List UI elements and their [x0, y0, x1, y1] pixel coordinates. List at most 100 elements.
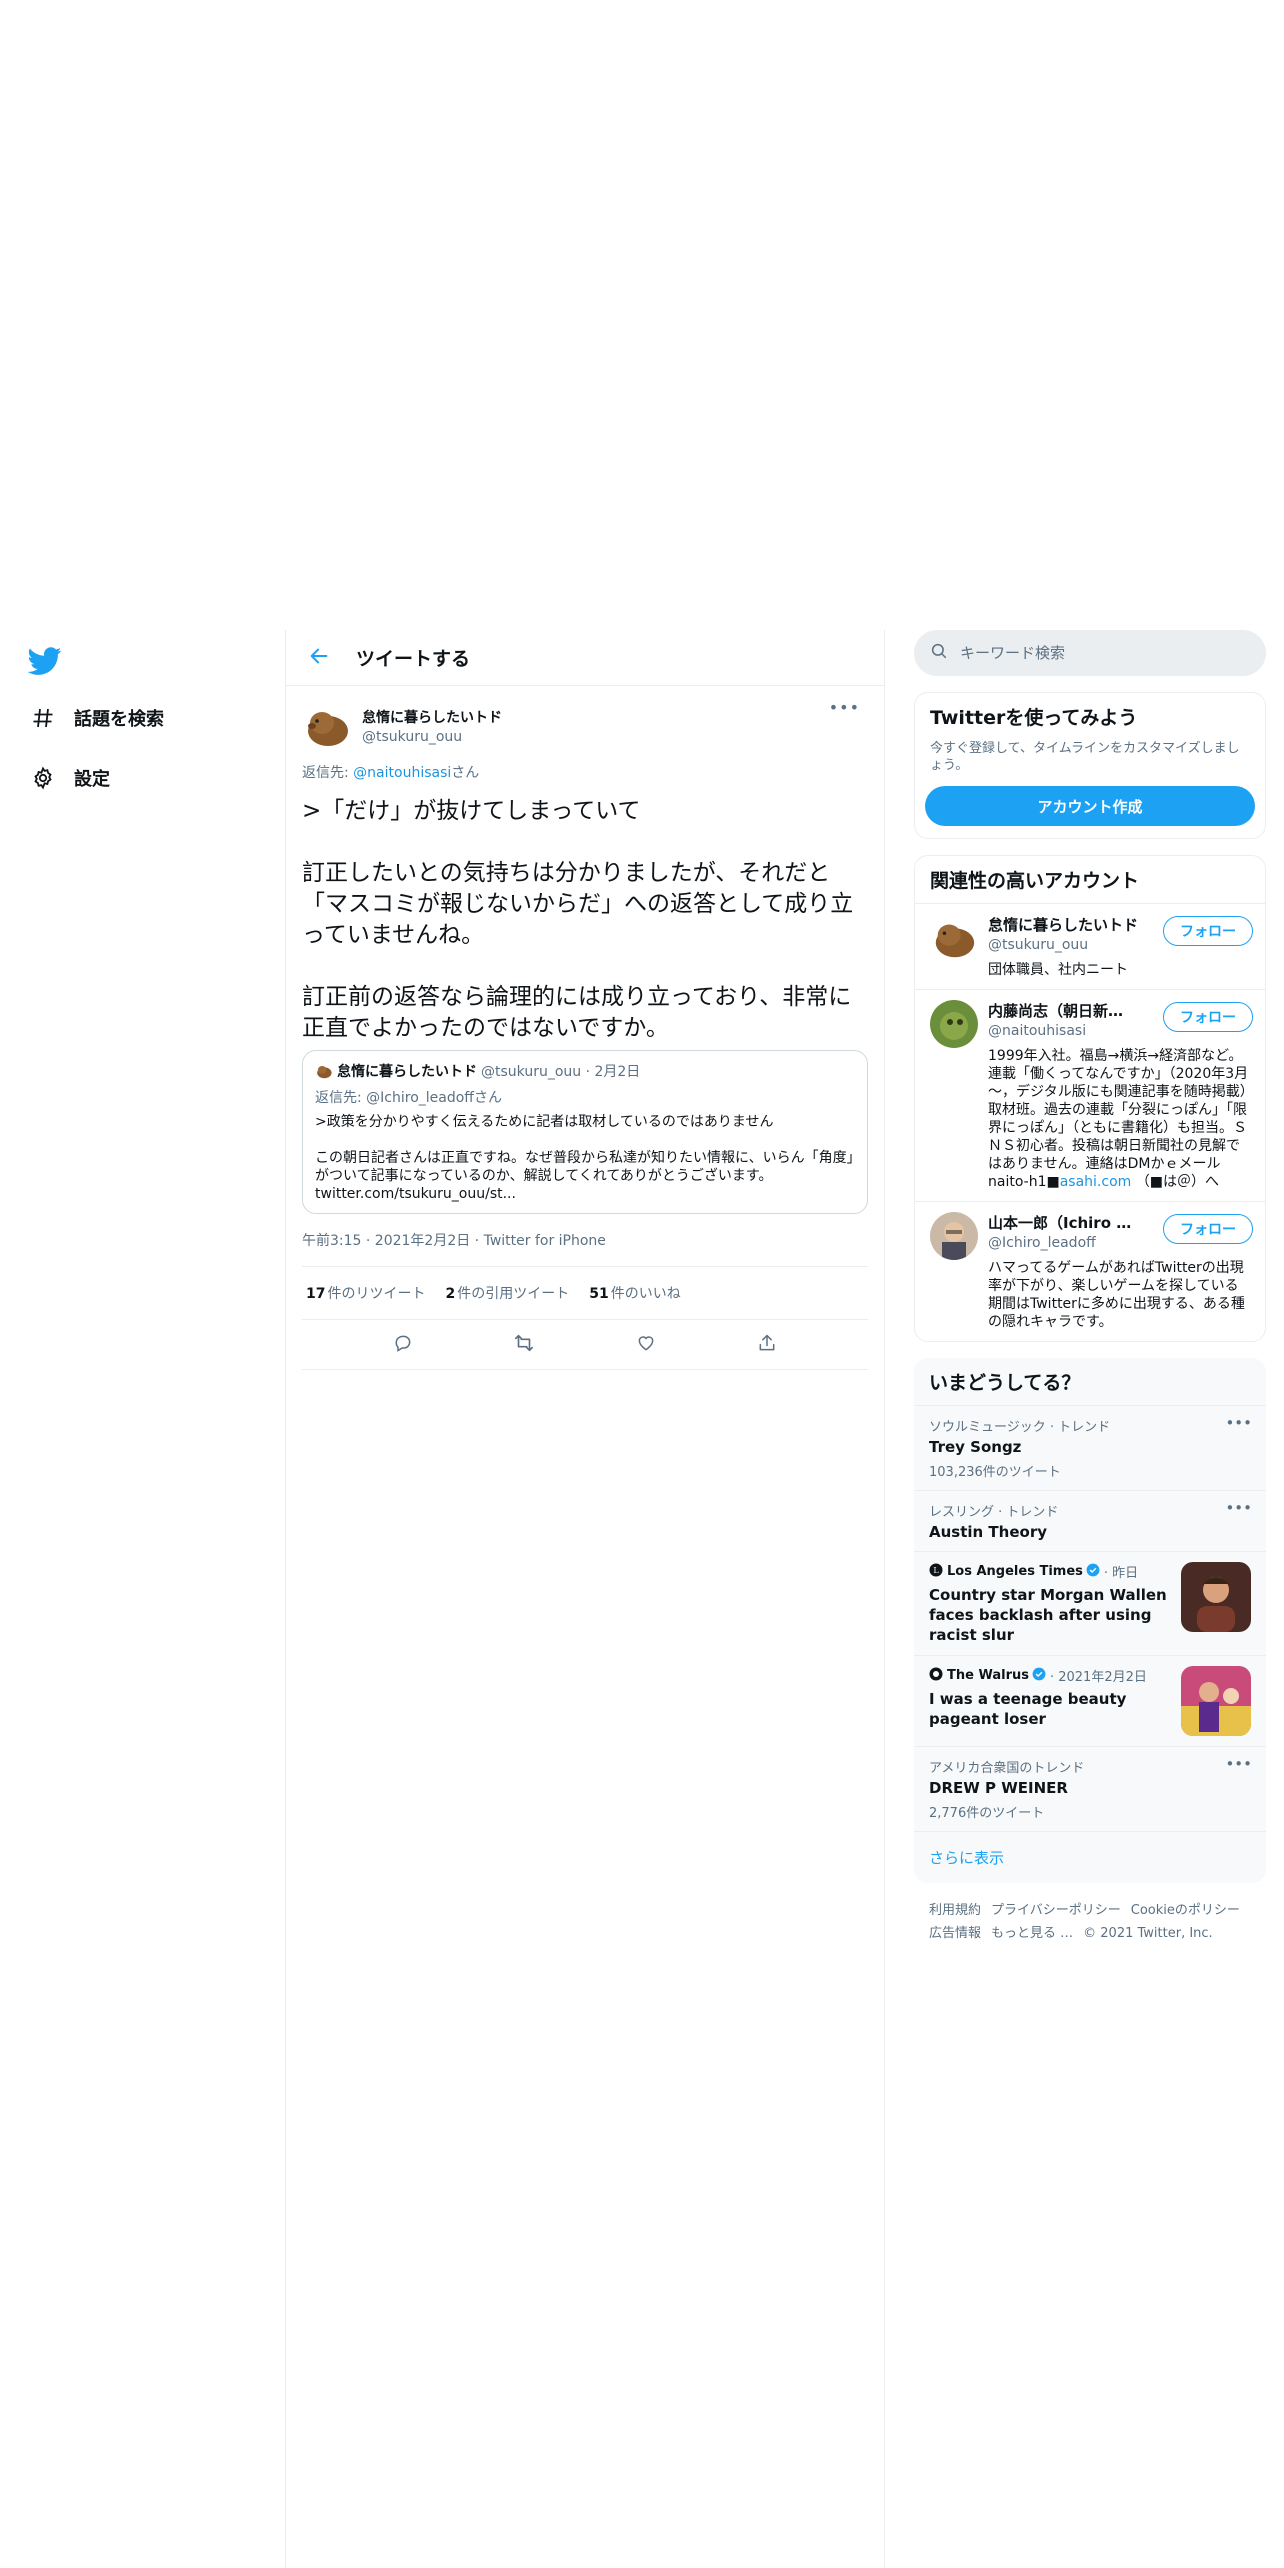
footer-link-more[interactable]: もっと見る …	[991, 1926, 1073, 1941]
retweets-stat[interactable]: 17 件のリツイート	[306, 1283, 425, 1303]
verified-badge-icon	[1086, 1563, 1100, 1581]
tweet-detail: 怠惰に暮らしたいトド @tsukuru_ouu ••• 返信先: @naitou…	[286, 686, 884, 1370]
follow-button[interactable]: フォロー	[1163, 1002, 1253, 1032]
nav-item-label: 話題を検索	[74, 709, 164, 730]
show-more-link[interactable]: さらに表示	[914, 1831, 1266, 1883]
news-title: Country star Morgan Wallen faces backlas…	[929, 1586, 1167, 1644]
hashtag-icon	[28, 703, 58, 733]
footer-copyright: © 2021 Twitter, Inc.	[1083, 1926, 1213, 1941]
avatar[interactable]	[930, 914, 978, 962]
quote-text: >政策を分かりやすく伝えるために記者は取材しているのではありません この朝日記者…	[315, 1114, 854, 1202]
verified-badge-icon	[1032, 1667, 1046, 1685]
news-source: The Walrus · 2021年2月2日	[929, 1666, 1171, 1685]
news-time: · 昨日	[1103, 1566, 1139, 1581]
relevant-accounts-title: 関連性の高いアカウント	[930, 870, 1140, 892]
avatar[interactable]	[930, 1212, 978, 1260]
quote-header: 怠惰に暮らしたいトド @tsukuru_ouu · 2月2日	[315, 1061, 855, 1081]
user-name[interactable]: 怠惰に暮らしたいトド	[988, 914, 1138, 935]
news-thumbnail	[1181, 1666, 1251, 1736]
avatar[interactable]	[302, 701, 352, 751]
reply-to: 返信先: @naitouhisasiさん	[302, 762, 868, 782]
news-text: The Walrus · 2021年2月2日 I was a teenage b…	[929, 1666, 1171, 1736]
search-box[interactable]	[914, 630, 1266, 676]
like-button[interactable]	[628, 1327, 664, 1363]
news-thumbnail	[1181, 1562, 1251, 1632]
user-bio-text: 1999年入社。福島→横浜→経済部など。連載「働くってなんですか」（2020年3…	[988, 1048, 1249, 1190]
signup-title: Twitterを使ってみよう	[930, 707, 1138, 729]
tweet-timestamp[interactable]: 午前3:15 · 2021年2月2日 · Twitter for iPhone	[302, 1230, 868, 1267]
trend-meta: レスリング · トレンド	[929, 1505, 1059, 1520]
author-handle[interactable]: @tsukuru_ouu	[362, 729, 502, 745]
trend-meta: アメリカ合衆国のトレンド	[929, 1761, 1085, 1776]
reply-mention-link[interactable]: @naitouhisasi	[353, 765, 451, 781]
svg-text:L: L	[933, 1566, 939, 1575]
bio-link[interactable]: asahi.com	[1060, 1174, 1132, 1190]
footer-link-privacy[interactable]: プライバシーポリシー	[991, 1903, 1121, 1918]
reply-button[interactable]	[385, 1327, 421, 1363]
reply-icon	[393, 1333, 413, 1357]
footer-link-terms[interactable]: 利用規約	[929, 1903, 981, 1918]
trend-item[interactable]: ソウルミュージック · トレンド Trey Songz 103,236件のツイー…	[914, 1405, 1266, 1490]
right-sidebar: Twitterを使ってみよう 今すぐ登録して、タイムラインをカスタマイズしましょ…	[914, 630, 1266, 1961]
source-name: Los Angeles Times	[947, 1564, 1083, 1579]
back-button[interactable]	[302, 641, 336, 675]
user-name[interactable]: 内藤尚志（朝日新聞経済部）	[988, 1000, 1138, 1021]
follow-button[interactable]: フォロー	[1163, 916, 1253, 946]
more-options-icon[interactable]: •••	[1225, 1414, 1252, 1432]
more-options-icon[interactable]: •••	[829, 698, 860, 717]
user-bio-text: （■は＠）へ	[1131, 1174, 1219, 1190]
quotes-label: 件の引用ツイート	[457, 1286, 570, 1302]
quote-author-name: 怠惰に暮らしたいトド	[337, 1064, 477, 1080]
news-item[interactable]: The Walrus · 2021年2月2日 I was a teenage b…	[914, 1655, 1266, 1746]
signup-card: Twitterを使ってみよう 今すぐ登録して、タイムラインをカスタマイズしましょ…	[914, 692, 1266, 839]
more-options-icon[interactable]: •••	[1225, 1755, 1252, 1773]
tweet-actions	[302, 1320, 868, 1370]
likes-stat[interactable]: 51 件のいいね	[589, 1283, 680, 1303]
signup-description: 今すぐ登録して、タイムラインをカスタマイズしましょう。	[930, 741, 1240, 773]
retweet-button[interactable]	[506, 1327, 542, 1363]
trend-name: Trey Songz	[929, 1438, 1022, 1456]
quotes-stat[interactable]: 2 件の引用ツイート	[445, 1283, 569, 1303]
footer: 利用規約 プライバシーポリシー Cookieのポリシー 広告情報 もっと見る … © 2…	[914, 1883, 1266, 1961]
avatar[interactable]	[930, 1000, 978, 1048]
source-logo-icon	[929, 1667, 943, 1685]
retweets-count: 17	[306, 1286, 326, 1302]
heart-icon	[636, 1333, 656, 1357]
share-button[interactable]	[749, 1327, 785, 1363]
user-row[interactable]: 怠惰に暮らしたいトド @tsukuru_ouu 団体職員、社内ニート フォロー	[915, 903, 1265, 989]
gear-icon	[28, 763, 58, 793]
quote-meta: @tsukuru_ouu · 2月2日	[481, 1064, 641, 1080]
trend-name: Austin Theory	[929, 1523, 1047, 1541]
user-bio: ハマってるゲームがあればTwitterの出現率が下がり、楽しいゲームを探している…	[988, 1260, 1245, 1330]
author-name[interactable]: 怠惰に暮らしたいトド	[362, 707, 502, 727]
follow-button[interactable]: フォロー	[1163, 1214, 1253, 1244]
user-name[interactable]: 山本一郎（Ichiro Yamamoto）	[988, 1212, 1138, 1233]
footer-link-cookies[interactable]: Cookieのポリシー	[1131, 1903, 1240, 1918]
arrow-left-icon	[308, 645, 330, 671]
user-row[interactable]: 内藤尚志（朝日新聞経済部） @naitouhisasi 1999年入社。福島→横…	[915, 989, 1265, 1201]
author-info: 怠惰に暮らしたいトド @tsukuru_ouu	[362, 707, 502, 745]
nav-item-explore[interactable]: 話題を検索	[28, 698, 164, 738]
tweet-stats: 17 件のリツイート 2 件の引用ツイート 51 件のいいね	[302, 1267, 868, 1320]
news-item[interactable]: L Los Angeles Times · 昨日 Country star Mo…	[914, 1551, 1266, 1655]
quote-avatar	[315, 1062, 333, 1080]
likes-count: 51	[589, 1286, 609, 1302]
trend-count: 103,236件のツイート	[929, 1465, 1061, 1480]
twitter-logo-icon[interactable]	[27, 644, 62, 678]
page-title: ツイートする	[356, 648, 471, 670]
nav-item-settings[interactable]: 設定	[28, 758, 110, 798]
tweet-author: 怠惰に暮らしたいトド @tsukuru_ouu •••	[302, 686, 868, 754]
create-account-button[interactable]: アカウント作成	[925, 786, 1255, 826]
reply-suffix: さん	[451, 765, 480, 781]
footer-link-ads[interactable]: 広告情報	[929, 1926, 981, 1941]
tweet-text: >「だけ」が抜けてしまっていて 訂正したいとの気持ちは分かりましたが、それだと「…	[302, 798, 854, 1041]
quoted-tweet[interactable]: 怠惰に暮らしたいトド @tsukuru_ouu · 2月2日 返信先: @Ich…	[302, 1050, 868, 1214]
more-options-icon[interactable]: •••	[1225, 1499, 1252, 1517]
user-bio: 1999年入社。福島→横浜→経済部など。連載「働くってなんですか」（2020年3…	[988, 1047, 1250, 1191]
retweets-label: 件のリツイート	[327, 1286, 426, 1302]
user-row[interactable]: 山本一郎（Ichiro Yamamoto） @Ichiro_leadoff ハマ…	[915, 1201, 1265, 1341]
trend-item[interactable]: アメリカ合衆国のトレンド DREW P WEINER 2,776件のツイート •…	[914, 1746, 1266, 1831]
search-icon	[930, 642, 948, 664]
trend-item[interactable]: レスリング · トレンド Austin Theory •••	[914, 1490, 1266, 1551]
search-input[interactable]	[960, 644, 1240, 662]
